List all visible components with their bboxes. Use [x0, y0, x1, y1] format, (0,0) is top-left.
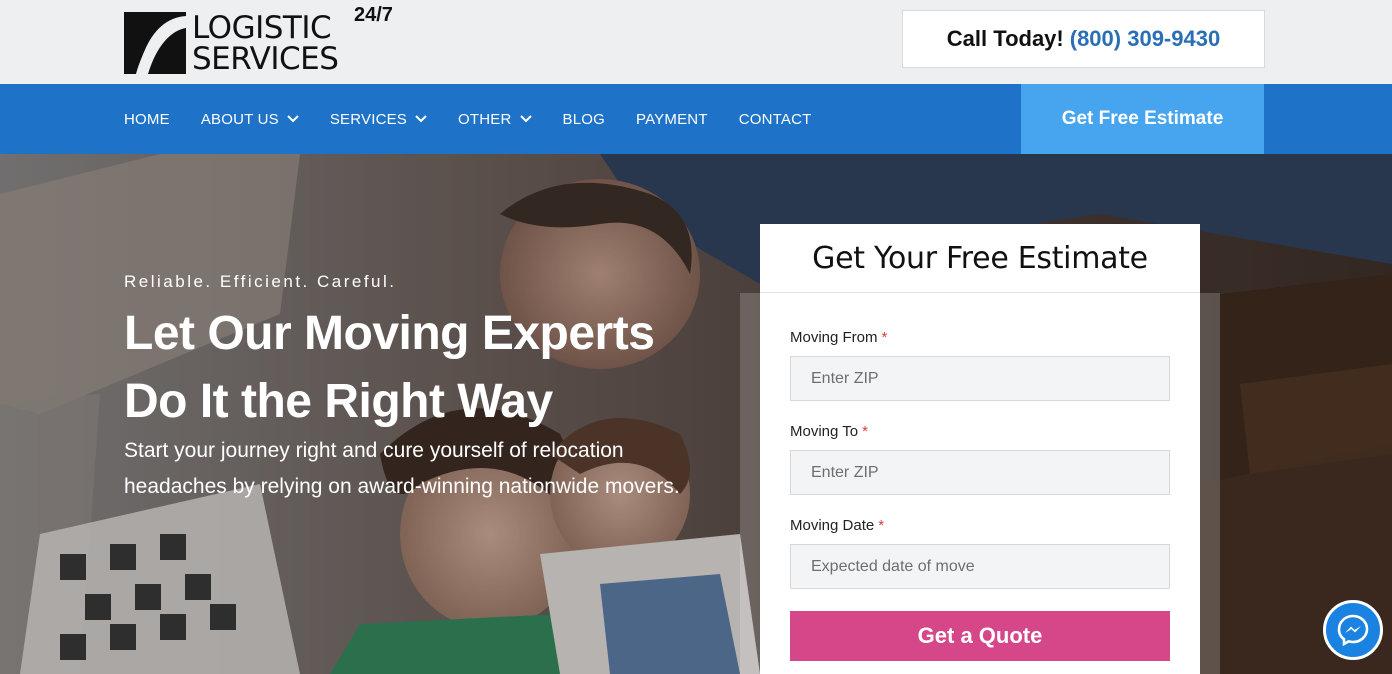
get-a-quote-button[interactable]: Get a Quote — [790, 611, 1170, 661]
hero-headline: Let Our Moving Experts Do It the Right W… — [124, 300, 724, 436]
nav-item-home[interactable]: HOME — [124, 111, 170, 128]
logo-text-line1: LOGISTIC — [192, 10, 332, 46]
top-header: LOGISTIC SERVICES 24/7 Call Today! (800)… — [0, 0, 1392, 84]
phone-link[interactable]: (800) 309-9430 — [1070, 26, 1220, 52]
chevron-down-icon — [519, 115, 532, 123]
logo-text-line2: SERVICES — [192, 41, 339, 77]
moving-from-label-text: Moving From — [790, 329, 878, 346]
hero-subtext: Start your journey right and cure yourse… — [124, 439, 680, 498]
logo[interactable]: LOGISTIC SERVICES 24/7 — [124, 4, 414, 77]
nav-item-payment[interactable]: PAYMENT — [636, 111, 708, 128]
nav-item-label: CONTACT — [738, 110, 812, 128]
call-label: Call Today! — [946, 26, 1064, 51]
required-marker: * — [878, 517, 885, 534]
logo-mark-icon — [124, 12, 186, 74]
nav-item-other[interactable]: OTHER — [458, 111, 532, 128]
required-marker: * — [862, 423, 868, 440]
get-free-estimate-button[interactable]: Get Free Estimate — [1021, 84, 1264, 154]
main-navigation: HOME ABOUT US SERVICES OTHER BLOG PAYMEN… — [0, 84, 1392, 154]
messenger-icon — [1337, 614, 1369, 647]
call-today-box[interactable]: Call Today! (800) 309-9430 — [902, 10, 1265, 68]
moving-from-label: Moving From * — [790, 329, 887, 346]
chevron-down-icon — [287, 115, 299, 123]
moving-date-label-text: Moving Date — [790, 517, 875, 534]
moving-date-input[interactable] — [790, 544, 1170, 589]
nav-item-contact[interactable]: CONTACT — [739, 111, 812, 128]
chevron-down-icon — [415, 115, 427, 123]
moving-date-label: Moving Date * — [790, 517, 884, 534]
hero-headline-line2: Do It the Right Way — [124, 375, 553, 428]
logo-superscript: 24/7 — [354, 4, 393, 26]
nav-item-about-us[interactable]: ABOUT US — [201, 111, 299, 128]
nav-item-label: ABOUT US — [200, 110, 279, 128]
nav-item-label: HOME — [124, 110, 170, 128]
nav-item-label: BLOG — [562, 110, 605, 128]
moving-from-input[interactable] — [790, 356, 1170, 401]
moving-to-input[interactable] — [790, 450, 1170, 495]
hero-section: Reliable. Efficient. Careful. Let Our Mo… — [0, 154, 1392, 674]
form-title: Get Your Free Estimate — [760, 224, 1200, 293]
moving-to-label: Moving To * — [790, 423, 868, 440]
hero-headline-line1: Let Our Moving Experts — [124, 307, 655, 360]
nav-item-services[interactable]: SERVICES — [330, 111, 427, 128]
hero-tagline: Reliable. Efficient. Careful. — [124, 272, 397, 291]
nav-item-label: SERVICES — [329, 110, 408, 128]
nav-item-label: OTHER — [458, 110, 512, 128]
estimate-form: Get Your Free Estimate Moving From* Movi… — [760, 224, 1200, 674]
moving-to-label-text: Moving To — [790, 423, 859, 440]
messenger-chat-button[interactable] — [1323, 600, 1383, 660]
nav-item-label: PAYMENT — [636, 110, 708, 128]
required-marker: * — [881, 329, 888, 346]
nav-item-blog[interactable]: BLOG — [563, 111, 605, 128]
